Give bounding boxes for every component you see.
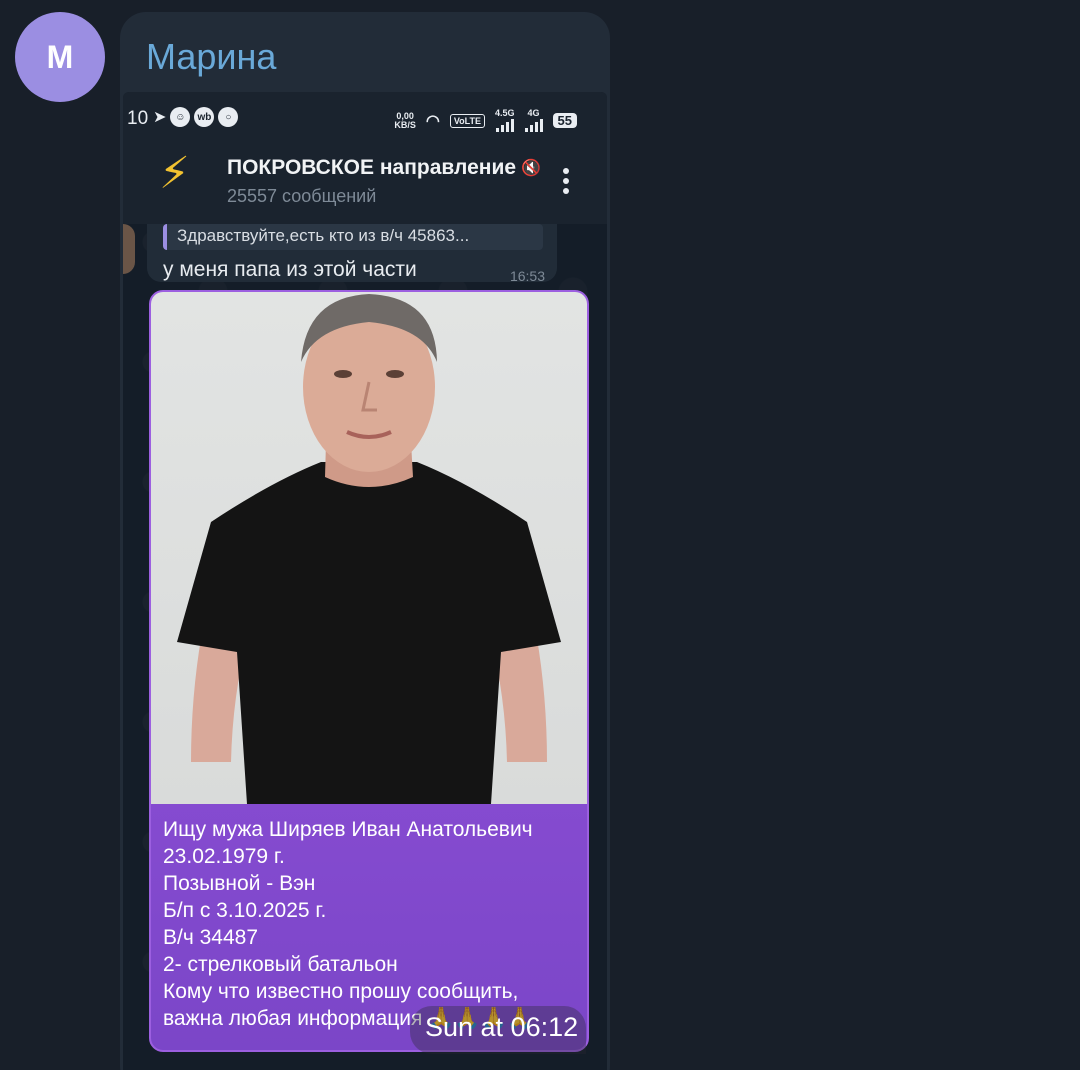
message-time: 16:53 <box>509 268 545 284</box>
sender-name[interactable]: Марина <box>146 36 276 78</box>
missing-person-post: Ищу мужа Ширяев Иван Анатольевич 23.02.1… <box>149 290 589 1052</box>
caption-line: В/ч 34487 <box>163 926 259 949</box>
telegram-icon: ➤ <box>153 109 167 126</box>
signal-2: 4G <box>524 109 543 132</box>
message-bubble[interactable]: Марина 10 ➤ ☺ wb ○ 0,00 KB/S ◠ VoLTE 4.5… <box>120 12 610 1070</box>
volte-badge: VoLTE <box>449 113 486 128</box>
caption-line: 23.02.1979 г. <box>163 845 285 868</box>
caption-line: Кому что известно прошу сообщить, <box>163 980 519 1003</box>
wifi-icon: ◠ <box>425 112 440 130</box>
lightning-icon: ⚡ <box>159 148 190 199</box>
wb-icon: wb <box>194 107 215 127</box>
caption-line: 2- стрелковый батальон <box>163 953 398 976</box>
signal-bars-icon <box>524 118 543 132</box>
more-options-icon <box>563 168 569 194</box>
signal-1: 4.5G <box>495 109 515 132</box>
caption-line: Позывной - Вэн <box>163 872 316 895</box>
chat-bubble-icon: ○ <box>218 107 239 127</box>
channel-title: ПОКРОВСКОЕ направление <box>227 156 517 179</box>
bubble-timestamp: Sun at 06:12 <box>425 1012 579 1042</box>
signal-bars-icon <box>495 118 514 132</box>
reply-message: Здравствуйте,есть кто из в/ч 45863... у … <box>147 224 557 284</box>
status-left-icons: ➤ ☺ wb ○ <box>153 107 239 127</box>
avatar-letter: M <box>46 38 74 75</box>
post-caption: Ищу мужа Ширяев Иван Анатольевич 23.02.1… <box>163 816 583 1032</box>
message-text: у меня папа из этой части <box>163 258 417 281</box>
battery-icon: 55 <box>552 113 577 128</box>
sender-avatar[interactable]: M <box>15 12 105 102</box>
chat-view: M Марина 10 ➤ ☺ wb ○ 0,00 KB/S ◠ VoLTE 4… <box>0 0 1080 1070</box>
mute-icon: 🔇 <box>521 158 541 177</box>
reply-preview: Здравствуйте,есть кто из в/ч 45863... <box>163 224 543 250</box>
status-right-icons: 0,00 KB/S ◠ VoLTE 4.5G 4G 55 <box>394 109 577 132</box>
phone-status-bar: 10 ➤ ☺ wb ○ 0,00 KB/S ◠ VoLTE 4.5G 4G 55 <box>123 92 607 144</box>
person-photo <box>151 292 587 804</box>
status-time: 10 <box>127 108 149 129</box>
screenshot-image[interactable]: 10 ➤ ☺ wb ○ 0,00 KB/S ◠ VoLTE 4.5G 4G 55… <box>123 92 607 1070</box>
caption-line: Б/п с 3.10.2025 г. <box>163 899 327 922</box>
channel-header: ⚡ ПОКРОВСКОЕ направление 🔇 25557 сообщен… <box>123 144 607 224</box>
user-avatar-partial <box>123 224 135 274</box>
caption-line: Ищу мужа Ширяев Иван Анатольевич <box>163 818 533 841</box>
person-illustration <box>177 294 561 804</box>
channel-subtitle: 25557 сообщений <box>227 186 377 206</box>
smiley-icon: ☺ <box>170 107 191 127</box>
network-speed: 0,00 KB/S <box>394 110 416 130</box>
